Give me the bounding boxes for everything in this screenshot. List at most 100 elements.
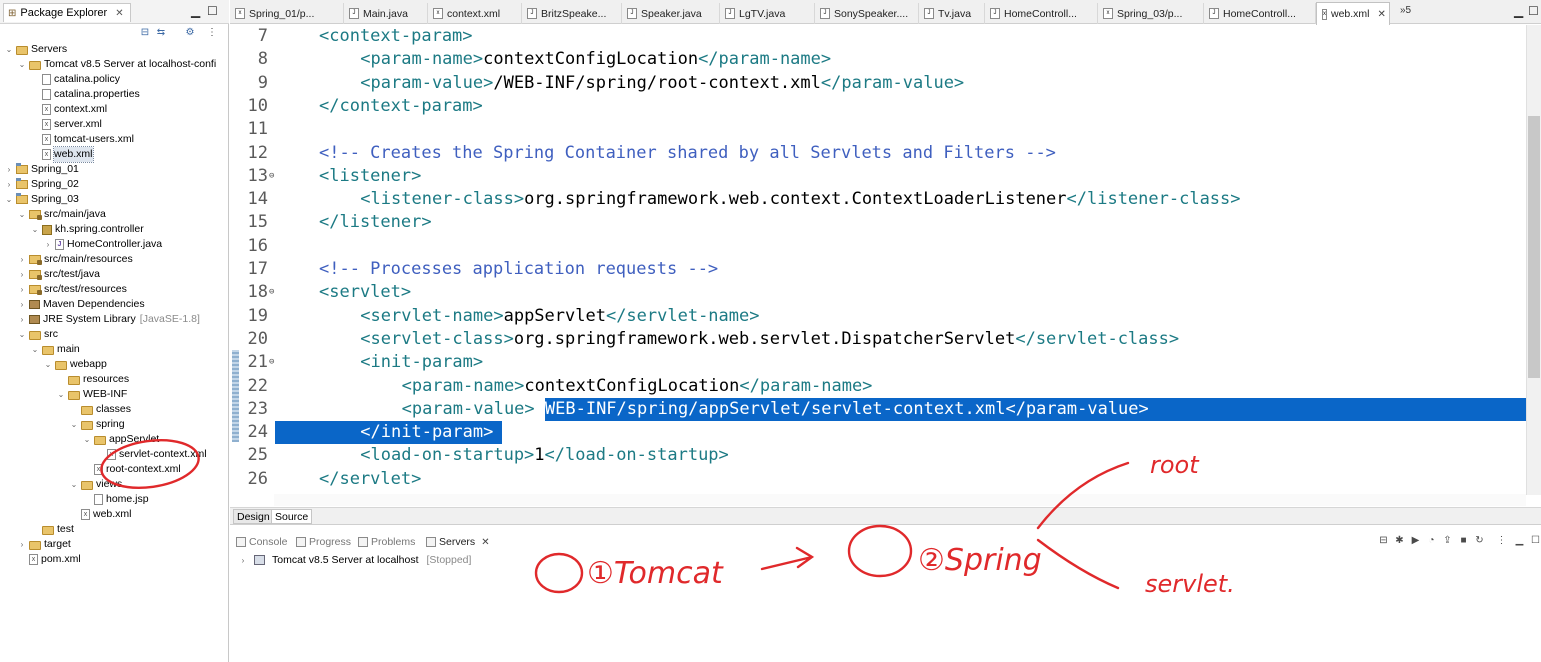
code-line[interactable]: 18 ⊖ <servlet> [230, 281, 1527, 304]
fold-icon[interactable]: ⊖ [269, 165, 274, 188]
tab-progress[interactable]: Progress [296, 533, 351, 551]
tree-item[interactable]: ⌄ webapp [43, 357, 107, 372]
restart-icon[interactable]: ↻ [1474, 535, 1485, 546]
chevron-right-icon[interactable]: › [4, 162, 14, 177]
tree-item[interactable]: › target [17, 537, 71, 552]
editor-tab[interactable]: J Speaker.java [622, 3, 720, 24]
expand-icon[interactable]: › [238, 556, 248, 565]
editor-tab[interactable]: J HomeControll... [1204, 3, 1316, 24]
code-line[interactable]: 26 </servlet> [230, 468, 1527, 491]
chevron-right-icon[interactable]: › [17, 252, 27, 267]
editor-tab[interactable]: J SonySpeaker.... [815, 3, 919, 24]
code-line[interactable]: 21 ⊖ <init-param> [230, 351, 1527, 374]
tree-item[interactable]: › src/main/resources [17, 252, 133, 267]
chevron-right-icon[interactable]: › [43, 237, 53, 252]
chevron-down-icon[interactable]: ⌄ [30, 342, 40, 357]
maximize-icon[interactable]: ☐ [1528, 4, 1539, 18]
code-line[interactable]: 8 <param-name>contextConfigLocation</para… [230, 48, 1527, 71]
code-line[interactable]: 11 [230, 118, 1527, 141]
code-line[interactable]: 13 ⊖ <listener> [230, 165, 1527, 188]
tree-item[interactable]: ⌄ WEB-INF [56, 387, 128, 402]
chevron-right-icon[interactable]: › [17, 267, 27, 282]
view-menu-icon[interactable]: ⋮ [206, 27, 218, 39]
tree-item[interactable]: x root-context.xml [82, 462, 181, 477]
editor-tab[interactable]: x context.xml [428, 3, 522, 24]
collapse-icon[interactable]: ⊟ [1378, 535, 1389, 546]
tree-item[interactable]: ⌄ src/main/java [17, 207, 106, 222]
chevron-down-icon[interactable]: ⌄ [43, 357, 53, 372]
tab-problems[interactable]: Problems [358, 533, 415, 551]
start-icon[interactable]: ▶ [1410, 535, 1421, 546]
tab-source[interactable]: Source [271, 509, 313, 524]
tree-item[interactable]: ⌄ src [17, 327, 58, 342]
tree-item[interactable]: x servlet-context.xml [95, 447, 207, 462]
code-line[interactable]: 19 <servlet-name>appServlet</servlet-name… [230, 305, 1527, 328]
chevron-down-icon[interactable]: ⌄ [17, 57, 27, 72]
close-icon[interactable]: ✕ [1378, 9, 1386, 20]
chevron-down-icon[interactable]: ⌄ [17, 327, 27, 342]
tree-item[interactable]: x server.xml [30, 117, 102, 132]
chevron-down-icon[interactable]: ⌄ [56, 387, 66, 402]
code-line[interactable]: 23 <param-value>/WEB-INF/spring/appServle… [230, 397, 1527, 422]
tab-design[interactable]: Design [233, 509, 274, 524]
tree-item[interactable]: ⌄ appServlet [82, 432, 160, 447]
chevron-right-icon[interactable]: › [17, 312, 27, 327]
minimize-icon[interactable]: ▁ [1514, 535, 1525, 546]
xml-source-editor[interactable]: 7 <context-param> 8 <param-name>contextConf… [230, 25, 1541, 508]
tree-item[interactable]: ⌄ Tomcat v8.5 Server at localhost-confi [17, 57, 217, 72]
chevron-down-icon[interactable]: ⌄ [30, 222, 40, 237]
scrollbar-thumb[interactable] [1528, 116, 1540, 378]
tree-item[interactable]: test [30, 522, 74, 537]
tab-servers[interactable]: Servers ✕ [426, 533, 490, 551]
tree-item[interactable]: › J HomeController.java [43, 237, 162, 252]
editor-tab[interactable]: J Main.java [344, 3, 428, 24]
tree-item[interactable]: catalina.policy [30, 72, 120, 87]
maximize-icon[interactable]: ☐ [207, 4, 218, 18]
tab-overflow-indicator[interactable]: »5 [1400, 5, 1411, 16]
code-line[interactable]: 12 <!-- Creates the Spring Container shar… [230, 142, 1527, 165]
chevron-down-icon[interactable]: ⌄ [69, 477, 79, 492]
fold-icon[interactable]: ⊖ [269, 281, 274, 304]
publish-icon[interactable]: ⇪ [1442, 535, 1453, 546]
horizontal-scrollbar[interactable] [274, 494, 1526, 506]
tree-item[interactable]: x pom.xml [17, 552, 81, 567]
stop-icon[interactable]: ■ [1458, 535, 1469, 546]
chevron-right-icon[interactable]: › [17, 282, 27, 297]
collapse-all-icon[interactable]: ⊟ [139, 27, 151, 39]
tree-item[interactable]: › Maven Dependencies [17, 297, 145, 312]
tree-item[interactable]: x tomcat-users.xml [30, 132, 134, 147]
minimize-icon[interactable]: ▁ [1514, 4, 1523, 18]
chevron-down-icon[interactable]: ⌄ [17, 207, 27, 222]
server-entry-row[interactable]: › Tomcat v8.5 Server at localhost [Stopp… [238, 554, 472, 566]
tree-item[interactable]: › src/test/resources [17, 282, 127, 297]
tree-item[interactable]: x web.xml [30, 146, 94, 163]
code-line[interactable]: 9 <param-value>/WEB-INF/spring/root-conte… [230, 72, 1527, 95]
link-with-editor-icon[interactable]: ⇆ [155, 27, 167, 39]
code-line[interactable]: 10 </context-param> [230, 95, 1527, 118]
close-icon[interactable]: ✕ [481, 537, 489, 548]
tree-item[interactable]: home.jsp [82, 492, 149, 507]
editor-tab[interactable]: J Tv.java [919, 3, 985, 24]
code-line[interactable]: 17 <!-- Processes application requests --… [230, 258, 1527, 281]
editor-tab[interactable]: x Spring_03/p... [1098, 3, 1204, 24]
code-line[interactable]: 7 <context-param> [230, 25, 1527, 48]
maximize-icon[interactable]: ☐ [1530, 535, 1541, 546]
tree-item[interactable]: ⌄ spring [69, 417, 125, 432]
tree-item[interactable]: ⌄ Spring_03 [4, 192, 79, 207]
tree-item[interactable]: › Spring_02 [4, 177, 79, 192]
minimize-icon[interactable]: ▁ [191, 4, 200, 18]
fold-icon[interactable]: ⊖ [269, 351, 274, 374]
code-line[interactable]: 22 <param-name>contextConfigLocation</par… [230, 375, 1527, 398]
tree-item[interactable]: ⌄ Servers [4, 42, 68, 57]
editor-tab[interactable]: J LgTV.java [720, 3, 815, 24]
view-menu-icon[interactable]: ⋮ [1496, 535, 1507, 546]
tree-item[interactable]: classes [69, 402, 131, 417]
tree-item[interactable]: resources [56, 372, 129, 387]
debug-icon[interactable]: ✱ [1394, 535, 1405, 546]
tree-item[interactable]: ⌄ kh.spring.controller [30, 222, 144, 237]
chevron-right-icon[interactable]: › [17, 537, 27, 552]
chevron-right-icon[interactable]: › [17, 297, 27, 312]
chevron-down-icon[interactable]: ⌄ [82, 432, 92, 447]
code-line[interactable]: 20 <servlet-class>org.springframework.web… [230, 328, 1527, 351]
code-line[interactable]: 15 </listener> [230, 211, 1527, 234]
